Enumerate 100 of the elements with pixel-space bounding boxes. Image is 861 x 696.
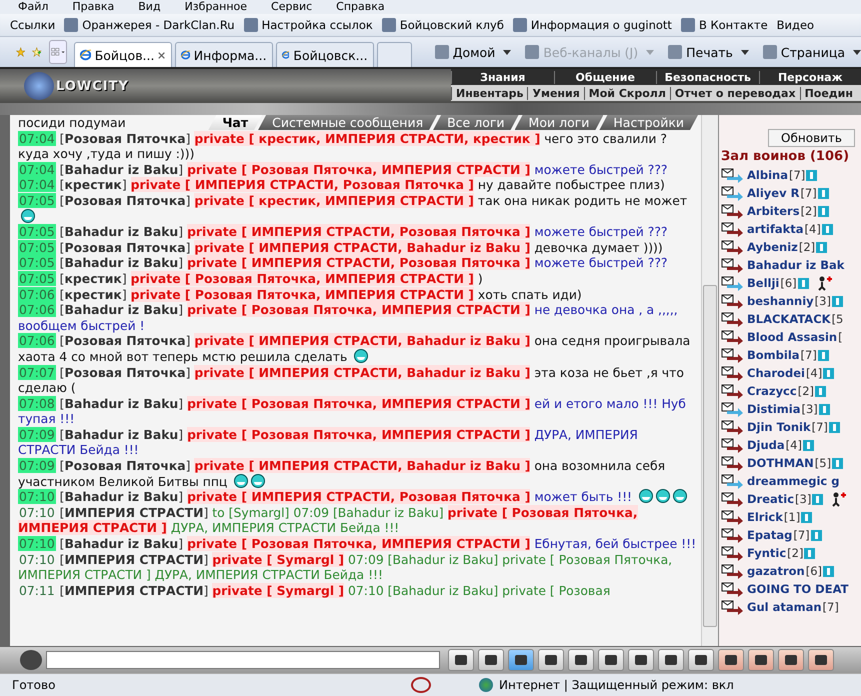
nav-link[interactable]: Умения [527,86,584,100]
menu-item[interactable]: Справка [336,0,385,14]
favorite-link[interactable]: Настройка ссылок [244,18,373,32]
info-icon[interactable] [823,368,834,378]
command-button[interactable]: Печать [668,44,749,60]
private-message-icon[interactable] [721,222,743,236]
info-icon[interactable] [802,440,814,450]
browser-tab[interactable]: Бойцов... [74,42,172,67]
user-name[interactable]: Djin Tonik [747,420,811,434]
private-message-icon[interactable] [721,492,743,506]
user-name[interactable]: Dreatic [747,492,794,506]
info-icon[interactable] [823,566,834,576]
private-message-icon[interactable] [721,366,743,380]
user-name[interactable]: Blood Assasin [747,330,838,344]
user-name[interactable]: GOING TO DEAT [747,582,848,596]
chat-tab[interactable]: Настройки [599,115,698,130]
browser-tab[interactable]: Бойцовск... [276,42,374,67]
nav-link[interactable]: Общение [554,70,656,84]
nav-link[interactable]: Безопасность [656,70,758,84]
info-icon[interactable] [804,548,816,558]
private-message-icon[interactable] [721,456,743,470]
private-message-icon[interactable] [721,474,743,488]
user-name[interactable]: Elrick [747,510,783,524]
favorite-link[interactable]: В Контакте [680,18,768,32]
chat-input[interactable] [46,651,440,669]
command-button[interactable]: Домой [434,44,512,60]
chat-tab[interactable]: Все логи [433,115,519,130]
private-message-icon[interactable] [721,240,743,254]
chat-tab[interactable]: Чат [208,115,262,130]
refresh-button[interactable]: Обновить [768,129,855,147]
info-icon[interactable] [810,530,822,540]
info-icon[interactable] [818,404,830,414]
user-name[interactable]: dreammegic g [747,474,840,488]
command-button[interactable]: Страница [762,44,861,60]
info-icon[interactable] [818,350,829,360]
nav-link[interactable]: Мой Скролл [584,86,670,100]
info-icon[interactable] [816,242,828,252]
private-message-icon[interactable] [721,348,743,362]
info-icon[interactable] [818,188,829,198]
user-name[interactable]: Gul ataman [747,600,822,614]
private-message-icon[interactable] [721,384,743,398]
favorite-link[interactable]: Бойцовский клуб [382,18,504,32]
info-icon[interactable] [801,512,812,522]
nav-link[interactable]: Персонаж [758,70,861,84]
browser-tab[interactable]: Информа... [174,42,273,67]
user-name[interactable]: Distimia [747,402,800,416]
info-icon[interactable] [818,206,829,216]
user-name[interactable]: Crazycc [747,384,797,398]
private-message-icon[interactable] [721,402,743,416]
favorite-link[interactable]: Видео [776,18,814,32]
menu-item[interactable]: Избранное [184,0,248,14]
private-message-icon[interactable] [721,582,743,596]
private-message-icon[interactable] [721,600,743,614]
info-icon[interactable] [832,296,843,306]
info-icon[interactable] [828,422,840,432]
info-icon[interactable] [806,170,818,180]
user-name[interactable]: Bellji [747,276,780,290]
favorite-link[interactable]: Оранжерея - DarkClan.Ru [64,18,235,32]
private-message-icon[interactable] [721,312,743,326]
caret-icon[interactable] [740,50,749,54]
info-icon[interactable] [815,386,826,396]
private-message-icon[interactable] [721,420,743,434]
private-message-icon[interactable] [721,258,743,272]
private-message-icon[interactable] [721,510,743,524]
user-name[interactable]: Fyntic [747,546,786,560]
user-name[interactable]: Albina [747,168,788,182]
menu-item[interactable]: Вид [138,0,161,14]
user-name[interactable]: Epatag [747,528,792,542]
info-icon[interactable] [832,458,844,468]
info-icon[interactable] [812,494,824,504]
nav-link[interactable]: Инвентарь [451,86,528,100]
user-name[interactable]: Djuda [747,438,785,452]
private-message-icon[interactable] [721,186,743,200]
private-message-icon[interactable] [721,204,743,218]
close-icon[interactable] [158,50,166,60]
user-name[interactable]: gazatron [747,564,805,578]
user-name[interactable]: Charodei [747,366,805,380]
caret-icon[interactable] [853,50,861,54]
menu-item[interactable]: Файл [18,0,48,14]
private-message-icon[interactable] [721,528,743,542]
favorite-link[interactable]: Информация о guginott [512,18,672,32]
caret-icon[interactable] [503,50,512,54]
user-name[interactable]: Aybeniz [747,240,798,254]
quick-tabs-icon[interactable] [48,40,67,64]
private-message-icon[interactable] [721,546,743,560]
user-name[interactable]: beshanniy [747,294,814,308]
private-message-icon[interactable] [721,438,743,452]
private-message-icon[interactable] [721,276,743,290]
nav-link[interactable]: Поедин [800,86,857,100]
menu-item[interactable]: Сервис [271,0,312,14]
info-icon[interactable] [798,278,809,288]
user-name[interactable]: artifakta [747,222,804,236]
private-message-icon[interactable] [721,330,743,344]
user-name[interactable]: Aliyev R [747,186,800,200]
private-message-icon[interactable] [721,294,743,308]
user-name[interactable]: Arbiters [747,204,800,218]
nav-link[interactable]: Отчет о переводах [670,86,800,100]
info-icon[interactable] [822,224,833,234]
user-name[interactable]: Bahadur iz Bak [747,258,844,272]
private-message-icon[interactable] [721,168,743,182]
